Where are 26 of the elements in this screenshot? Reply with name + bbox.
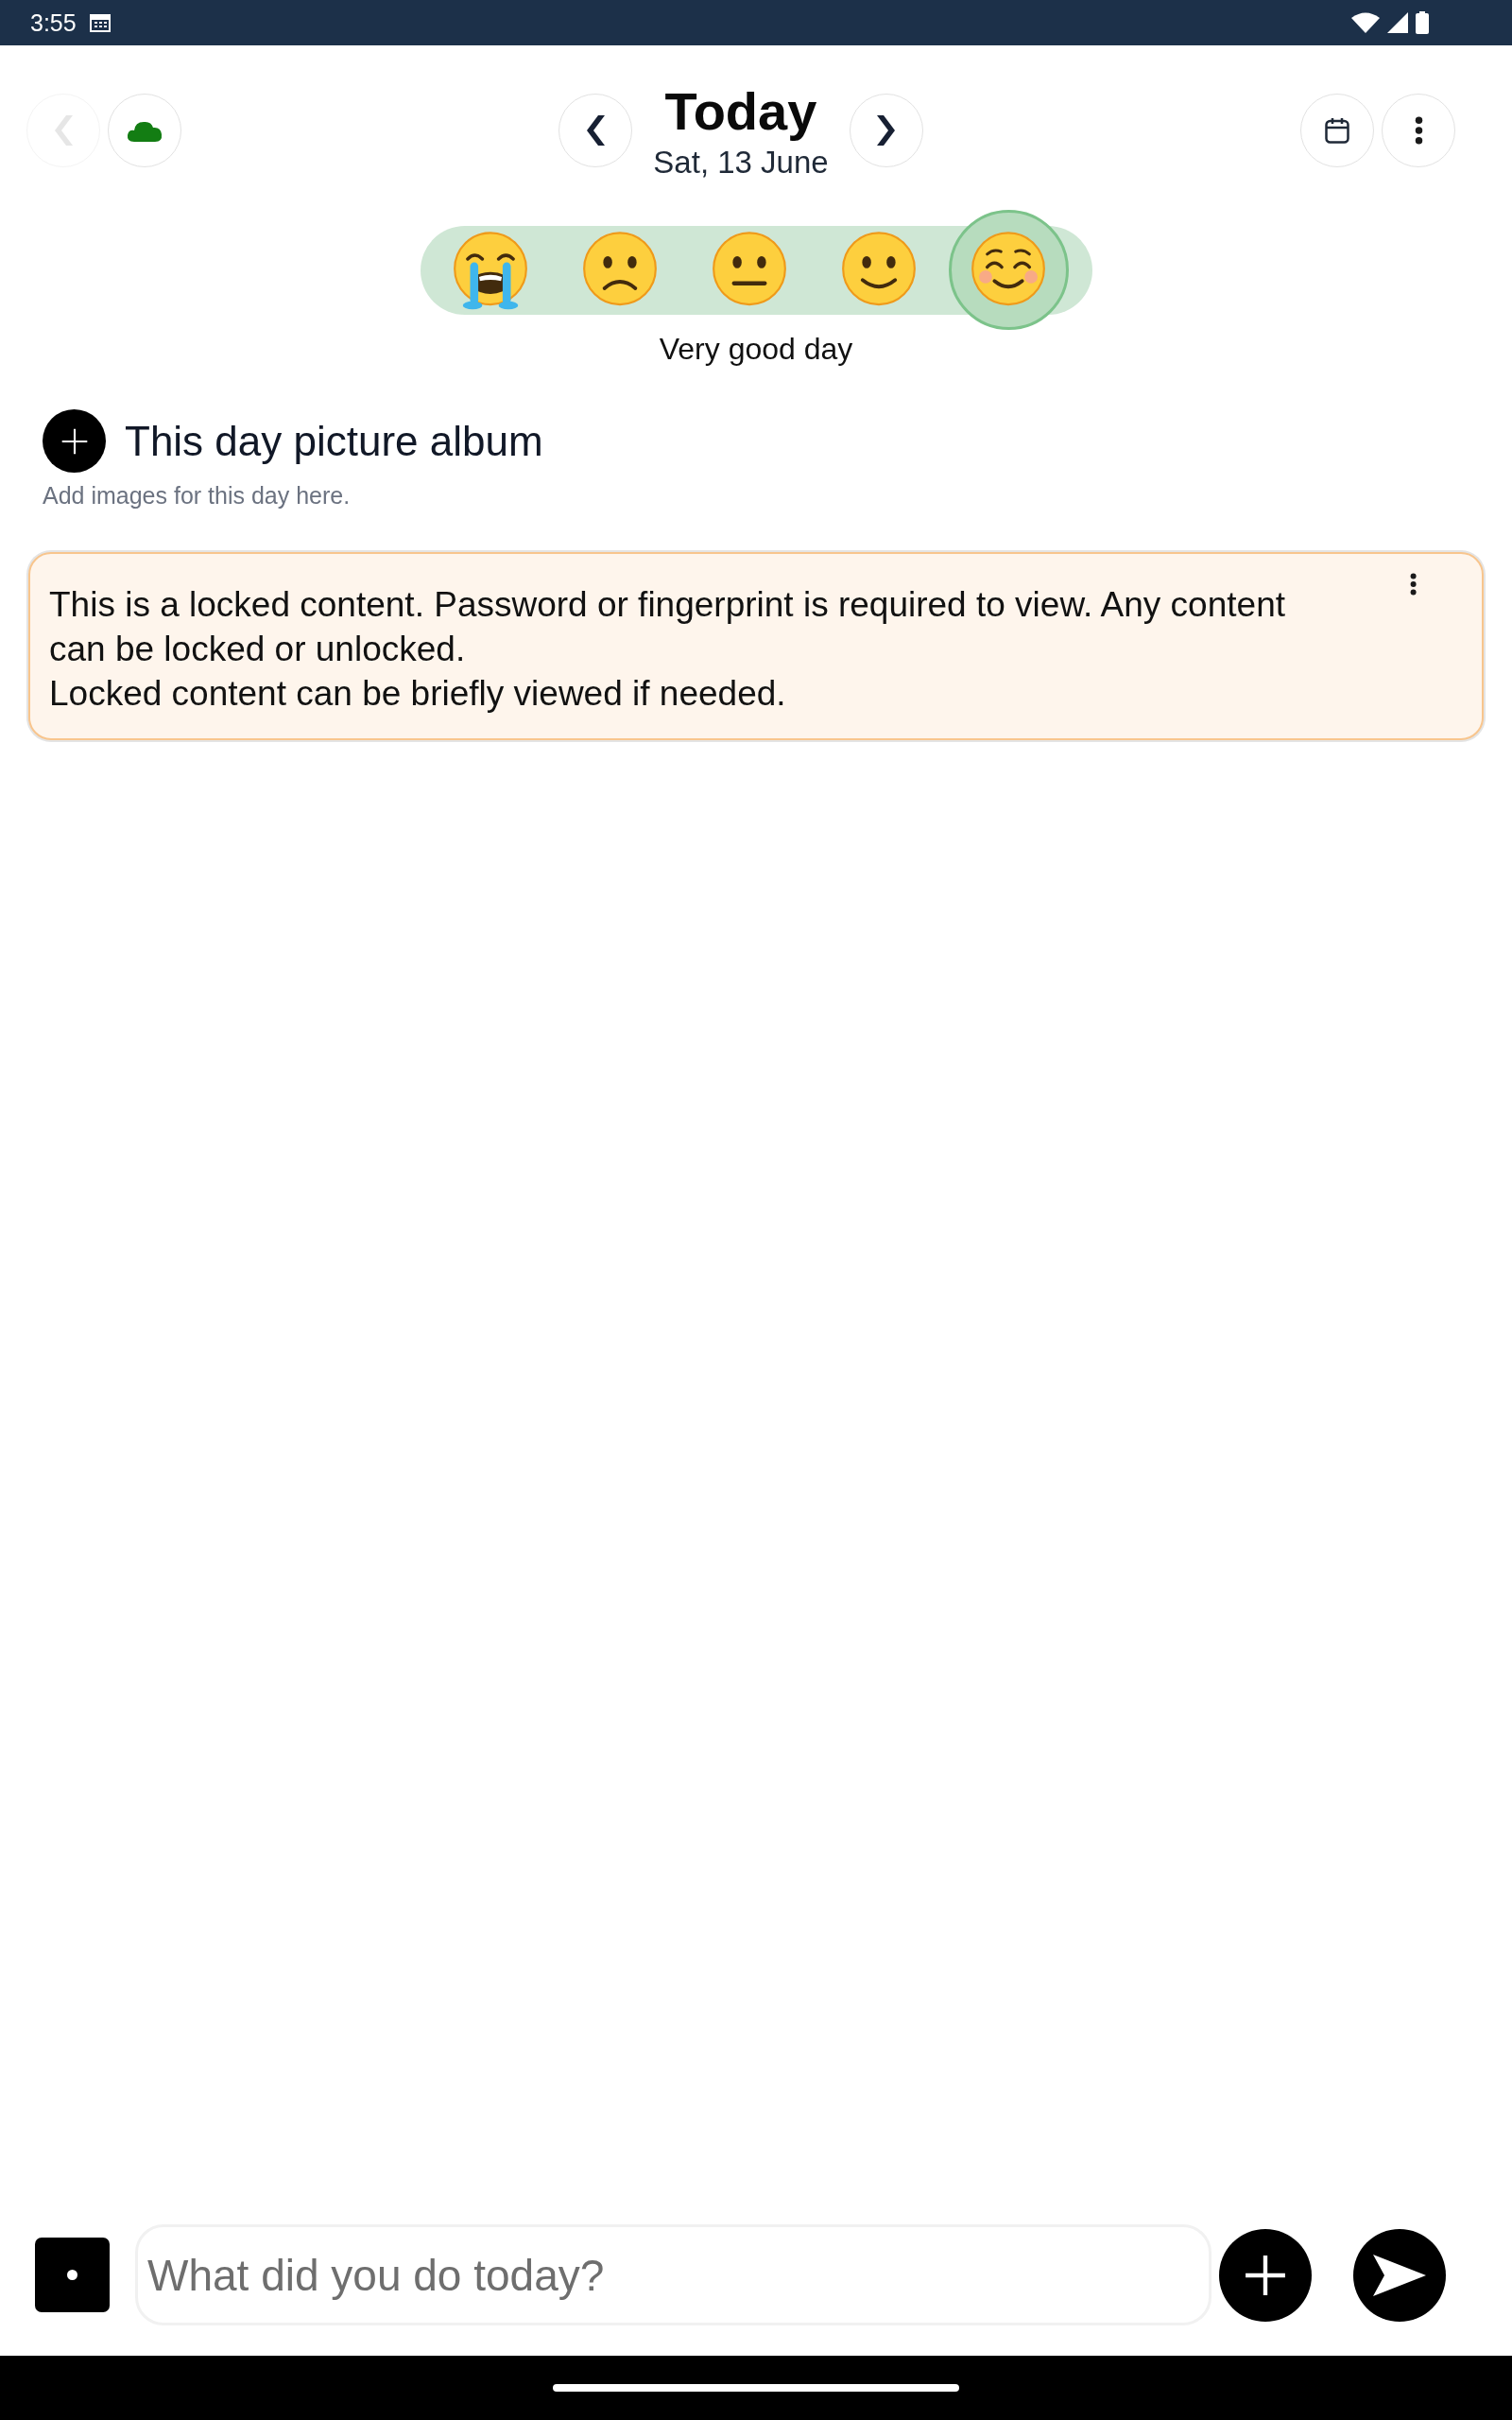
album-hint: Add images for this day here. (43, 481, 351, 510)
signal-icon (1387, 12, 1408, 33)
chevron-left-icon (54, 115, 73, 146)
dot-icon (67, 2270, 77, 2280)
album-title: This day picture album (125, 416, 543, 466)
date-label: Sat, 13 June (653, 144, 829, 182)
entry-text: Locked content can be briefly viewed if needed. (49, 673, 787, 715)
chevron-left-icon (586, 115, 606, 146)
page-title: Today (664, 80, 817, 143)
cloud-icon (127, 119, 163, 142)
more-icon (1414, 116, 1423, 145)
calendar-icon (89, 13, 111, 32)
mood-label: Very good day (659, 331, 853, 368)
calendar-icon (1325, 117, 1349, 144)
chevron-right-icon (876, 115, 896, 146)
more-icon (1410, 573, 1418, 596)
square-dot-button[interactable] (35, 2238, 110, 2312)
plus-icon (1245, 2254, 1286, 2296)
send-icon (1373, 2254, 1426, 2296)
home-handle[interactable] (553, 2384, 959, 2392)
battery-icon (1416, 11, 1429, 34)
wifi-icon (1351, 12, 1380, 33)
entry-input[interactable]: What did you do today? (135, 2224, 1211, 2325)
status-time: 3:55 (30, 9, 77, 37)
plus-icon (60, 427, 88, 455)
entry-text: This is a locked content. Password or fingerprint is required to view. Any content can be locked or unlocked. (49, 584, 1286, 670)
